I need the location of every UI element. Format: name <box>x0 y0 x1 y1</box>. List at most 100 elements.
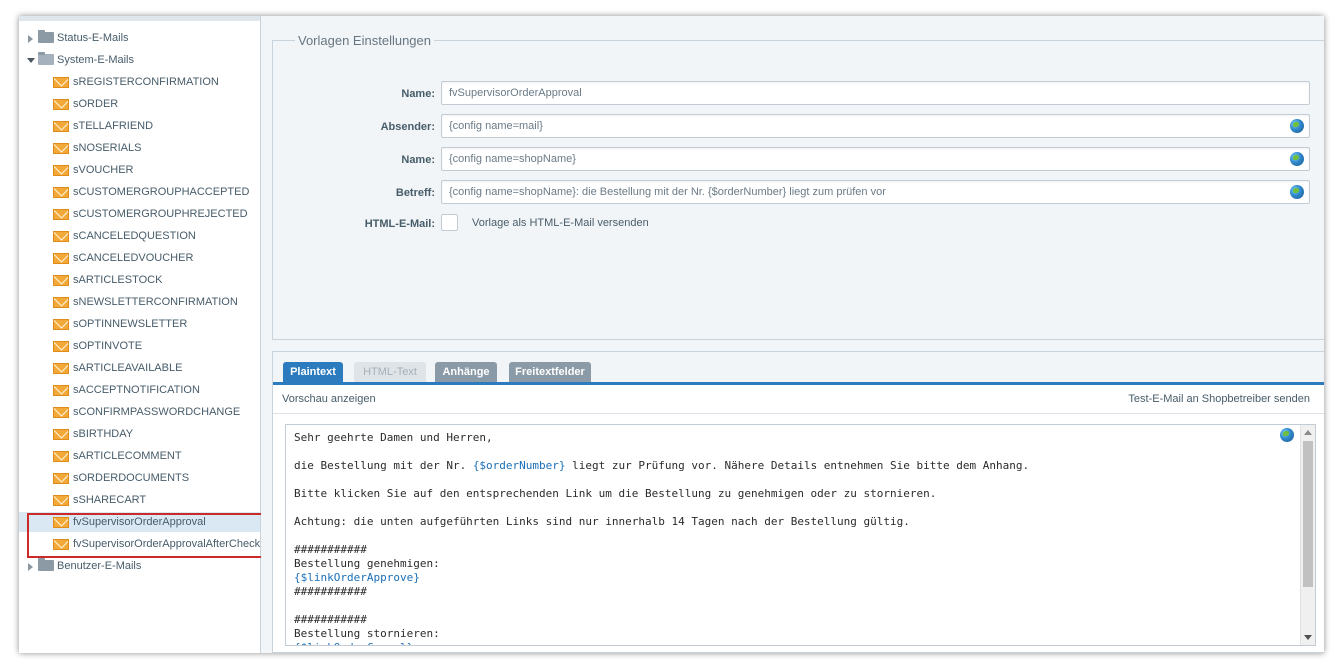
tree-item-mail-template[interactable]: sARTICLESTOCK <box>19 270 260 290</box>
tree-item-label: sCONFIRMPASSWORDCHANGE <box>73 406 241 418</box>
scroll-up-icon[interactable] <box>1304 430 1312 435</box>
tree-item-mail-template[interactable]: sOPTINNEWSLETTER <box>19 314 260 334</box>
envelope-icon <box>53 121 69 132</box>
tree-item-mail-template[interactable]: sNOSERIALS <box>19 138 260 158</box>
highlight-box <box>27 513 265 558</box>
tree-item-mail-template[interactable]: sARTICLECOMMENT <box>19 446 260 466</box>
envelope-icon <box>53 165 69 176</box>
tree-item-mail-template[interactable]: sCUSTOMERGROUPHREJECTED <box>19 204 260 224</box>
name-input[interactable] <box>441 81 1310 105</box>
tree-item-mail-template[interactable]: sVOUCHER <box>19 160 260 180</box>
tree-item-mail-template[interactable]: sORDERDOCUMENTS <box>19 468 260 488</box>
tree-item-mail-template[interactable]: sORDER <box>19 94 260 114</box>
tree-group-label: Benutzer-E-Mails <box>57 560 142 572</box>
folder-icon <box>38 558 54 571</box>
tree-group-status-emails[interactable]: Status-E-Mails <box>19 28 260 48</box>
tree-item-label: sACCEPTNOTIFICATION <box>73 384 200 396</box>
html-mail-row: HTML-E-Mail: Vorlage als HTML-E-Mail ver… <box>273 213 1324 239</box>
tree-item-label: sCUSTOMERGROUPHACCEPTED <box>73 186 250 198</box>
translate-globe-icon[interactable] <box>1290 119 1304 133</box>
envelope-icon <box>53 209 69 220</box>
vertical-scrollbar[interactable] <box>1300 425 1315 645</box>
envelope-icon <box>53 143 69 154</box>
tree-item-label: sVOUCHER <box>73 164 134 176</box>
template-variable: {$linkOrderApprove} <box>294 571 420 584</box>
sender-label: Absender: <box>380 121 435 133</box>
translate-globe-icon[interactable] <box>1290 152 1304 166</box>
template-variable: {$linkOrderCancel} <box>294 641 413 645</box>
name-label: Name: <box>401 88 435 100</box>
html-mail-checkbox[interactable] <box>441 214 458 231</box>
subject-label: Betreff: <box>395 187 435 199</box>
send-test-mail-button[interactable]: Test-E-Mail an Shopbetreiber senden <box>1128 393 1310 405</box>
tree-item-mail-template[interactable]: sSHARECART <box>19 490 260 510</box>
tab-html-text[interactable]: HTML-Text <box>354 362 426 382</box>
name-row: Name: <box>273 81 1324 107</box>
envelope-icon <box>53 385 69 396</box>
tab-freetext-fields[interactable]: Freitextfelder <box>509 362 591 382</box>
tree-group-system-emails[interactable]: System-E-Mails <box>19 50 260 70</box>
subject-input[interactable] <box>441 180 1310 204</box>
tree-item-mail-template[interactable]: sTELLAFRIEND <box>19 116 260 136</box>
envelope-icon <box>53 231 69 242</box>
envelope-icon <box>53 429 69 440</box>
collapse-arrow-icon[interactable] <box>27 58 35 63</box>
tree-item-label: sSHARECART <box>73 494 147 506</box>
scrollbar-thumb[interactable] <box>1303 441 1313 587</box>
tree-item-mail-template[interactable]: sACCEPTNOTIFICATION <box>19 380 260 400</box>
tree-item-label: sARTICLESTOCK <box>73 274 163 286</box>
open-folder-icon <box>38 52 54 65</box>
tree-item-mail-template[interactable]: sCONFIRMPASSWORDCHANGE <box>19 402 260 422</box>
expand-arrow-icon[interactable] <box>28 563 33 571</box>
envelope-icon <box>53 495 69 506</box>
envelope-icon <box>53 275 69 286</box>
tree-item-mail-template[interactable]: sREGISTERCONFIRMATION <box>19 72 260 92</box>
sender-input[interactable] <box>441 114 1310 138</box>
tree-item-label: sNOSERIALS <box>73 142 142 154</box>
tree-group-label: System-E-Mails <box>57 54 135 66</box>
tree-item-label: sCANCELEDVOUCHER <box>73 252 194 264</box>
tree-item-mail-template[interactable]: sCANCELEDQUESTION <box>19 226 260 246</box>
sender-name-input[interactable] <box>441 147 1310 171</box>
envelope-icon <box>53 77 69 88</box>
tree-top-border <box>19 16 260 21</box>
tree-item-label: sNEWSLETTERCONFIRMATION <box>73 296 238 308</box>
tree-item-label: sREGISTERCONFIRMATION <box>73 76 219 88</box>
sender-name-row: Name: <box>273 147 1324 173</box>
tab-attachments[interactable]: Anhänge <box>435 362 497 382</box>
tree-item-label: sARTICLECOMMENT <box>73 450 182 462</box>
html-mail-label: HTML-E-Mail: <box>364 218 435 230</box>
tree-item-label: sORDERDOCUMENTS <box>73 472 190 484</box>
template-settings-fieldset: Name: Absender: Name: Betreff: HTML-E-Ma… <box>272 40 1324 340</box>
tree-item-mail-template[interactable]: sNEWSLETTERCONFIRMATION <box>19 292 260 312</box>
tree-item-label: sTELLAFRIEND <box>73 120 154 132</box>
tree-item-label: sOPTINVOTE <box>73 340 143 352</box>
plaintext-editor[interactable]: Sehr geehrte Damen und Herren, die Beste… <box>285 424 1316 646</box>
tree-item-mail-template[interactable]: sCUSTOMERGROUPHACCEPTED <box>19 182 260 202</box>
envelope-icon <box>53 341 69 352</box>
translate-globe-icon[interactable] <box>1280 428 1294 442</box>
envelope-icon <box>53 297 69 308</box>
app-window: Status-E-Mails System-E-Mails sREGISTERC… <box>19 16 1324 653</box>
fieldset-legend: Vorlagen Einstellungen <box>295 33 434 48</box>
tree-item-mail-template[interactable]: sCANCELEDVOUCHER <box>19 248 260 268</box>
settings-panel: Name: Absender: Name: Betreff: HTML-E-Ma… <box>261 16 1324 653</box>
editor-content[interactable]: Sehr geehrte Damen und Herren, die Beste… <box>294 431 1029 645</box>
envelope-icon <box>53 319 69 330</box>
tree-item-mail-template[interactable]: sOPTINVOTE <box>19 336 260 356</box>
tree-item-mail-template[interactable]: sARTICLEAVAILABLE <box>19 358 260 378</box>
tree-item-mail-template[interactable]: sBIRTHDAY <box>19 424 260 444</box>
preview-button[interactable]: Vorschau anzeigen <box>282 393 376 405</box>
translate-globe-icon[interactable] <box>1290 185 1304 199</box>
envelope-icon <box>53 99 69 110</box>
sender-row: Absender: <box>273 114 1324 140</box>
envelope-icon <box>53 253 69 264</box>
tab-plaintext[interactable]: Plaintext <box>283 362 343 382</box>
scroll-down-icon[interactable] <box>1304 635 1312 640</box>
content-tabs: Plaintext HTML-Text Anhänge Freitextfeld… <box>272 351 1324 653</box>
editor-toolbar: Vorschau anzeigen Test-E-Mail an Shopbet… <box>273 385 1324 414</box>
tree-item-label: sCUSTOMERGROUPHREJECTED <box>73 208 248 220</box>
tree-group-user-emails[interactable]: Benutzer-E-Mails <box>19 556 260 576</box>
expand-arrow-icon[interactable] <box>28 35 33 43</box>
envelope-icon <box>53 473 69 484</box>
